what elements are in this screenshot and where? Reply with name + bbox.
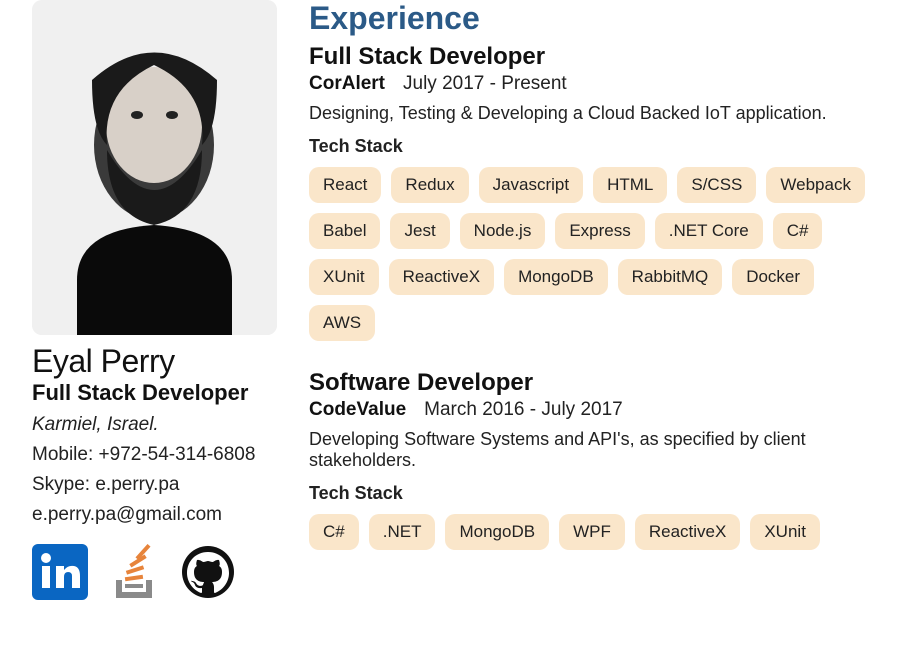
tech-tag: Babel (309, 213, 380, 249)
social-links (32, 544, 277, 600)
profile-photo (32, 0, 277, 335)
tech-tag: .NET (369, 514, 436, 550)
tech-tag: ReactiveX (635, 514, 740, 550)
tech-tag: .NET Core (655, 213, 763, 249)
section-heading-experience: Experience (309, 0, 871, 37)
tech-tag: Docker (732, 259, 814, 295)
github-link[interactable] (180, 544, 236, 600)
tech-stack-label: Tech Stack (309, 483, 871, 504)
job-entry: Software DeveloperCodeValue March 2016 - … (309, 369, 871, 550)
tech-tag: React (309, 167, 381, 203)
tech-tag: Javascript (479, 167, 584, 203)
contact-skype: Skype: e.perry.pa (32, 474, 277, 496)
job-meta: CodeValue March 2016 - July 2017 (309, 399, 871, 421)
tech-tag: Node.js (460, 213, 546, 249)
tech-tag: S/CSS (677, 167, 756, 203)
job-entry: Full Stack DeveloperCorAlert July 2017 - … (309, 43, 871, 341)
tech-tag: AWS (309, 305, 375, 341)
tech-tag: ReactiveX (389, 259, 494, 295)
tech-tag: C# (773, 213, 823, 249)
tech-tag: Webpack (766, 167, 865, 203)
tech-tag: MongoDB (504, 259, 608, 295)
main-content: Experience Full Stack DeveloperCorAlert J… (309, 0, 871, 600)
linkedin-icon (32, 544, 88, 600)
person-location: Karmiel, Israel. (32, 414, 277, 436)
tech-tag: WPF (559, 514, 625, 550)
person-title: Full Stack Developer (32, 380, 277, 406)
job-company: CodeValue (309, 399, 406, 421)
person-name: Eyal Perry (32, 343, 277, 380)
job-title: Software Developer (309, 369, 871, 397)
linkedin-link[interactable] (32, 544, 88, 600)
tech-tag: RabbitMQ (618, 259, 723, 295)
job-dates: March 2016 - July 2017 (424, 399, 623, 421)
tech-tag: HTML (593, 167, 667, 203)
job-meta: CorAlert July 2017 - Present (309, 73, 871, 95)
sidebar: Eyal Perry Full Stack Developer Karmiel,… (32, 0, 277, 600)
job-company: CorAlert (309, 73, 385, 95)
tech-tag: MongoDB (445, 514, 549, 550)
tech-stack-tags: C# .NETMongoDB WPF ReactiveX XUnit (309, 514, 871, 550)
job-description: Developing Software Systems and API's, a… (309, 429, 871, 471)
job-title: Full Stack Developer (309, 43, 871, 71)
tech-tag: Jest (390, 213, 449, 249)
tech-tag: XUnit (750, 514, 820, 550)
tech-tag: Redux (391, 167, 468, 203)
job-description: Designing, Testing & Developing a Cloud … (309, 103, 871, 124)
tech-tag: C# (309, 514, 359, 550)
github-icon (180, 544, 236, 600)
tech-tag: Express (555, 213, 644, 249)
tech-stack-tags: React Redux JavascriptHTML S/CSS Webpack Babe… (309, 167, 871, 341)
contact-mobile: Mobile: +972-54-314-6808 (32, 444, 277, 466)
tech-tag: XUnit (309, 259, 379, 295)
job-dates: July 2017 - Present (403, 73, 567, 95)
tech-stack-label: Tech Stack (309, 136, 871, 157)
contact-email: e.perry.pa@gmail.com (32, 504, 277, 526)
stackoverflow-link[interactable] (106, 544, 162, 600)
stackoverflow-icon (106, 544, 162, 600)
